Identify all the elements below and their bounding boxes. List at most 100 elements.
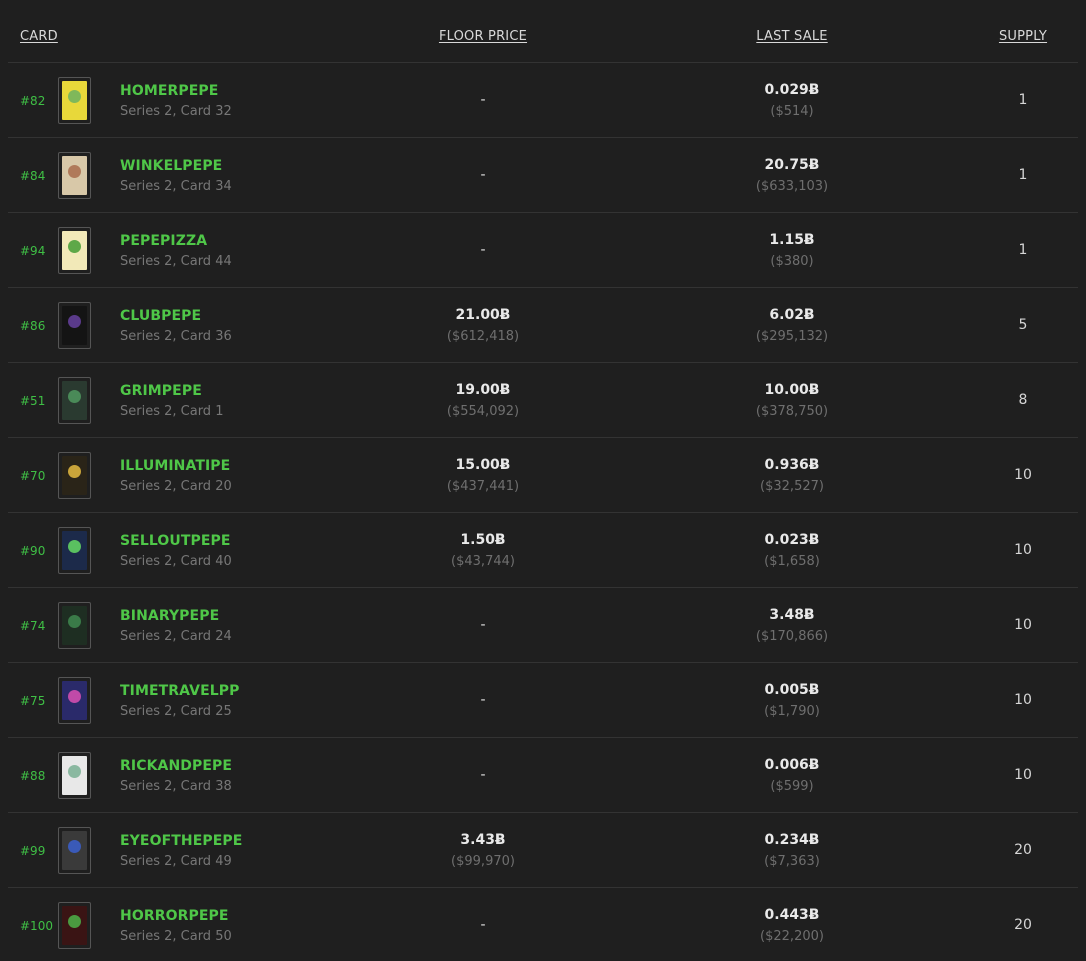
- supply-value: 10: [1014, 617, 1032, 633]
- last-sale-usd: ($1,658): [764, 554, 820, 569]
- floor-price-empty: -: [480, 242, 486, 258]
- supply-value: 5: [1018, 317, 1028, 333]
- last-sale-usd: ($378,750): [755, 404, 829, 419]
- last-sale-usd: ($599): [770, 779, 814, 794]
- pepe-face-icon: [68, 240, 81, 253]
- last-sale-btc: 1.15Ƀ: [769, 232, 815, 248]
- supply-value: 8: [1018, 392, 1028, 408]
- last-sale-usd: ($1,790): [764, 704, 820, 719]
- card-thumbnail[interactable]: [58, 677, 91, 724]
- card-series: Series 2, Card 36: [120, 329, 232, 344]
- pepe-face-icon: [68, 165, 81, 178]
- card-name-link[interactable]: SELLOUTPEPE: [120, 533, 231, 549]
- table-row[interactable]: #51 GRIMPEPE Series 2, Card 1 19.00Ƀ ($5…: [8, 363, 1078, 438]
- floor-price-empty: -: [480, 917, 486, 933]
- table-row[interactable]: #99 EYEOFTHEPEPE Series 2, Card 49 3.43Ƀ…: [8, 813, 1078, 888]
- table-row[interactable]: #100 HORRORPEPE Series 2, Card 50 - 0.44…: [8, 888, 1078, 961]
- last-sale-btc: 10.00Ƀ: [764, 382, 820, 398]
- card-series: Series 2, Card 38: [120, 779, 232, 794]
- column-header-last-sale[interactable]: LAST SALE: [756, 29, 827, 44]
- floor-price-empty: -: [480, 692, 486, 708]
- pepe-face-icon: [68, 90, 81, 103]
- last-sale-usd: ($295,132): [755, 329, 829, 344]
- last-sale-usd: ($32,527): [760, 479, 824, 494]
- last-sale-btc: 0.005Ƀ: [764, 682, 820, 698]
- column-header-card[interactable]: CARD: [20, 29, 58, 44]
- table-row[interactable]: #88 RICKANDPEPE Series 2, Card 38 - 0.00…: [8, 738, 1078, 813]
- table-row[interactable]: #74 BINARYPEPE Series 2, Card 24 - 3.48Ƀ…: [8, 588, 1078, 663]
- last-sale-usd: ($514): [770, 104, 814, 119]
- card-series: Series 2, Card 40: [120, 554, 232, 569]
- floor-price-empty: -: [480, 167, 486, 183]
- last-sale-btc: 0.936Ƀ: [764, 457, 820, 473]
- card-thumbnail[interactable]: [58, 227, 91, 274]
- card-number: #86: [20, 319, 46, 333]
- card-name-link[interactable]: GRIMPEPE: [120, 383, 202, 399]
- card-number: #75: [20, 694, 46, 708]
- last-sale-btc: 0.234Ƀ: [764, 832, 820, 848]
- card-series: Series 2, Card 34: [120, 179, 232, 194]
- table-row[interactable]: #90 SELLOUTPEPE Series 2, Card 40 1.50Ƀ …: [8, 513, 1078, 588]
- table-row[interactable]: #70 ILLUMINATIPE Series 2, Card 20 15.00…: [8, 438, 1078, 513]
- card-number: #99: [20, 844, 46, 858]
- floor-price-btc: 1.50Ƀ: [460, 532, 506, 548]
- floor-price-btc: 15.00Ƀ: [455, 457, 511, 473]
- pepe-face-icon: [68, 315, 81, 328]
- last-sale-usd: ($633,103): [755, 179, 829, 194]
- card-number: #82: [20, 94, 46, 108]
- column-header-floor-price[interactable]: FLOOR PRICE: [439, 29, 527, 44]
- table-row[interactable]: #84 WINKELPEPE Series 2, Card 34 - 20.75…: [8, 138, 1078, 213]
- card-number: #88: [20, 769, 46, 783]
- card-name-link[interactable]: PEPEPIZZA: [120, 233, 207, 249]
- supply-value: 20: [1014, 842, 1032, 858]
- column-header-supply[interactable]: SUPPLY: [999, 29, 1047, 44]
- table-row[interactable]: #86 CLUBPEPE Series 2, Card 36 21.00Ƀ ($…: [8, 288, 1078, 363]
- floor-price-empty: -: [480, 92, 486, 108]
- pepe-face-icon: [68, 540, 81, 553]
- card-name-link[interactable]: HOMERPEPE: [120, 83, 218, 99]
- card-name-link[interactable]: RICKANDPEPE: [120, 758, 232, 774]
- card-number: #74: [20, 619, 46, 633]
- card-series: Series 2, Card 32: [120, 104, 232, 119]
- card-thumbnail[interactable]: [58, 302, 91, 349]
- card-thumbnail[interactable]: [58, 377, 91, 424]
- card-name-link[interactable]: ILLUMINATIPE: [120, 458, 230, 474]
- card-thumbnail[interactable]: [58, 827, 91, 874]
- supply-value: 1: [1018, 242, 1028, 258]
- pepe-face-icon: [68, 765, 81, 778]
- floor-price-usd: ($43,744): [451, 554, 515, 569]
- card-name-link[interactable]: CLUBPEPE: [120, 308, 201, 324]
- card-thumbnail[interactable]: [58, 752, 91, 799]
- card-thumbnail[interactable]: [58, 77, 91, 124]
- last-sale-usd: ($7,363): [764, 854, 820, 869]
- last-sale-usd: ($380): [770, 254, 814, 269]
- card-name-link[interactable]: EYEOFTHEPEPE: [120, 833, 242, 849]
- supply-value: 1: [1018, 92, 1028, 108]
- last-sale-btc: 0.023Ƀ: [764, 532, 820, 548]
- card-name-link[interactable]: HORRORPEPE: [120, 908, 229, 924]
- card-thumbnail[interactable]: [58, 902, 91, 949]
- card-number: #70: [20, 469, 46, 483]
- card-series: Series 2, Card 20: [120, 479, 232, 494]
- card-series: Series 2, Card 50: [120, 929, 232, 944]
- card-thumbnail[interactable]: [58, 452, 91, 499]
- floor-price-usd: ($437,441): [446, 479, 520, 494]
- card-name-link[interactable]: BINARYPEPE: [120, 608, 219, 624]
- cards-table: CARD FLOOR PRICE LAST SALE SUPPLY #82 HO…: [0, 0, 1086, 961]
- table-row[interactable]: #75 TIMETRAVELPP Series 2, Card 25 - 0.0…: [8, 663, 1078, 738]
- card-thumbnail[interactable]: [58, 602, 91, 649]
- card-thumbnail[interactable]: [58, 527, 91, 574]
- table-body: #82 HOMERPEPE Series 2, Card 32 - 0.029Ƀ…: [0, 63, 1086, 961]
- table-row[interactable]: #82 HOMERPEPE Series 2, Card 32 - 0.029Ƀ…: [8, 63, 1078, 138]
- supply-value: 10: [1014, 767, 1032, 783]
- floor-price-btc: 19.00Ƀ: [455, 382, 511, 398]
- table-row[interactable]: #94 PEPEPIZZA Series 2, Card 44 - 1.15Ƀ …: [8, 213, 1078, 288]
- floor-price-btc: 21.00Ƀ: [455, 307, 511, 323]
- supply-value: 10: [1014, 692, 1032, 708]
- card-name-link[interactable]: WINKELPEPE: [120, 158, 222, 174]
- card-thumbnail[interactable]: [58, 152, 91, 199]
- card-series: Series 2, Card 1: [120, 404, 224, 419]
- card-name-link[interactable]: TIMETRAVELPP: [120, 683, 240, 699]
- last-sale-btc: 3.48Ƀ: [769, 607, 815, 623]
- floor-price-usd: ($612,418): [446, 329, 520, 344]
